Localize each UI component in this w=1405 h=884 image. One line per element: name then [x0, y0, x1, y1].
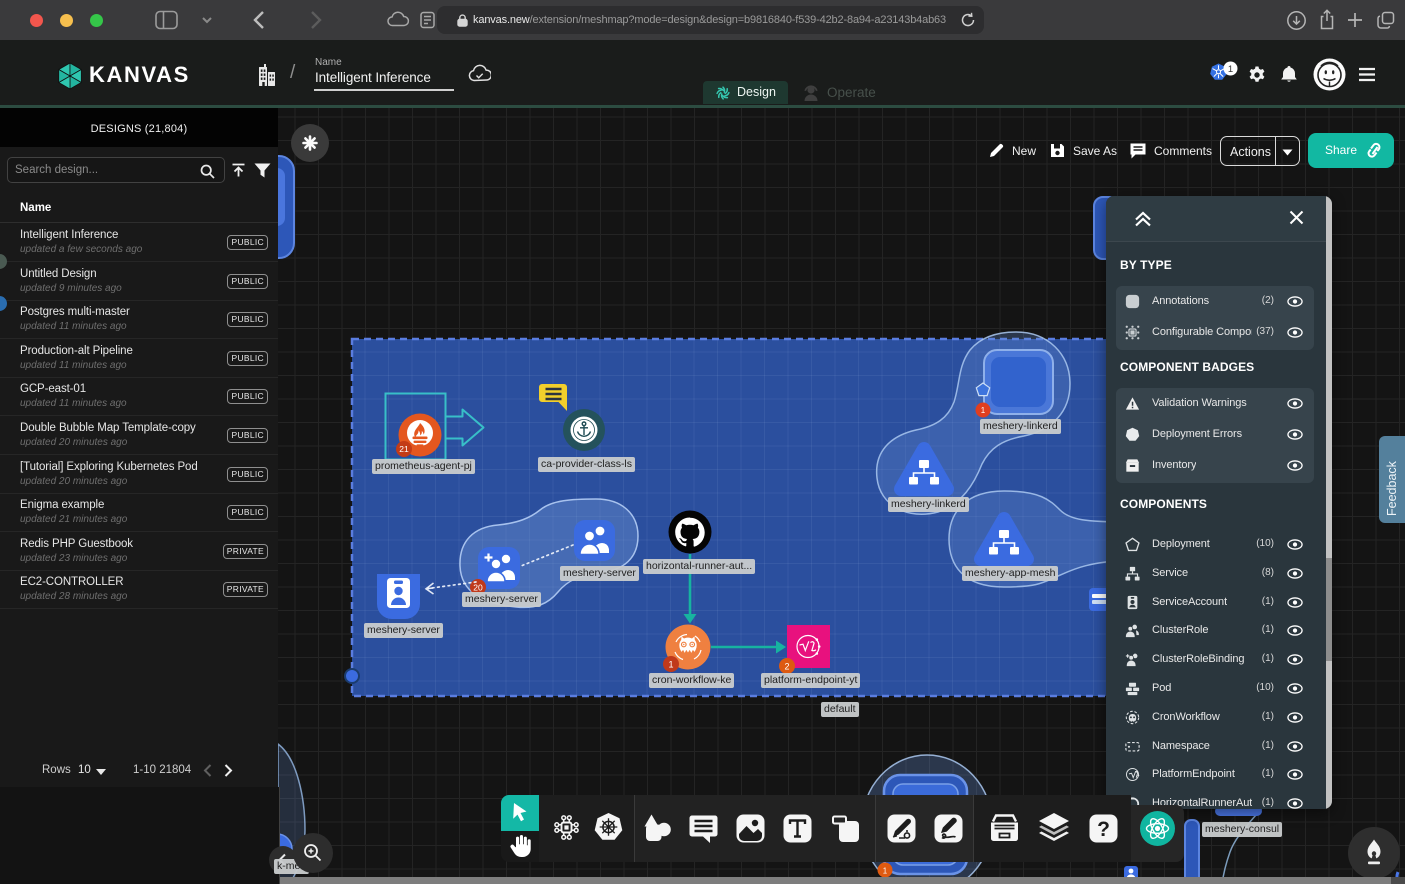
svg-text:1: 1 — [1228, 64, 1233, 75]
svg-text:2: 2 — [784, 662, 789, 672]
svg-text:1: 1 — [981, 406, 986, 415]
svg-text:20: 20 — [473, 583, 483, 593]
svg-text:1: 1 — [668, 660, 673, 670]
svg-text:?: ? — [1097, 818, 1110, 841]
svg-text:21: 21 — [399, 444, 409, 454]
svg-text:1: 1 — [883, 867, 888, 876]
